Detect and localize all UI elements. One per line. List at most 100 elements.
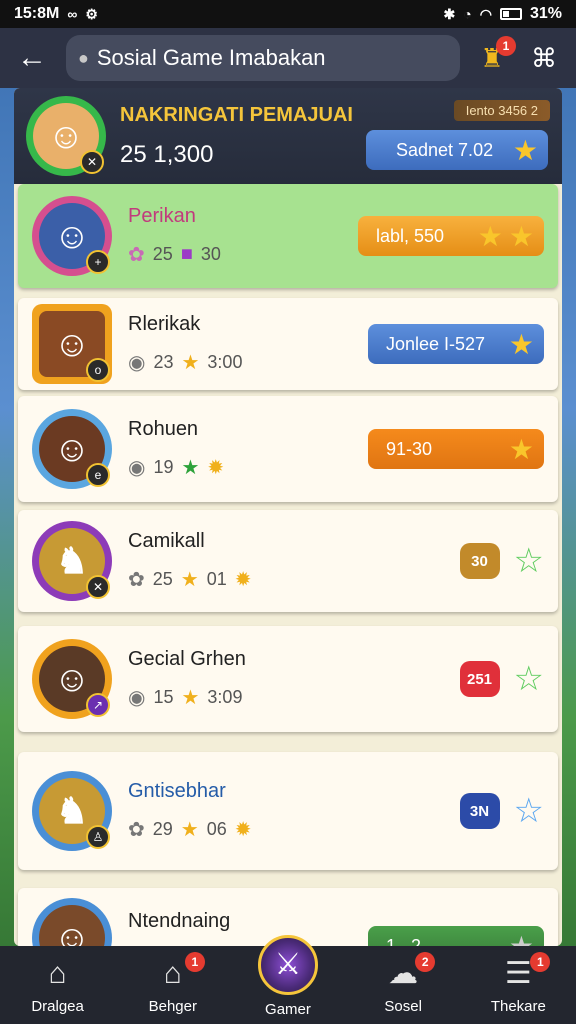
battery-level: 31% (529, 5, 562, 22)
my-tag: Iento 3456 2 (453, 100, 550, 121)
medal-badge[interactable]: 3N (459, 793, 500, 829)
tab-gamer[interactable]: ⚔ Gamer (232, 934, 344, 1018)
tab-thekare[interactable]: ☰ 1 Thekare (462, 951, 574, 1015)
rank-badge: e (86, 463, 110, 487)
list-item[interactable]: ♞ ✕ Camikall ✿ 25 ★ 01 ✹ 30 ☆ (18, 510, 558, 612)
pill-text: 91-30 (386, 438, 433, 459)
gift-icon: ✿ (128, 569, 145, 591)
player-stats: ◉ 19 ★ ✹ (128, 455, 368, 480)
status-bar: 15:8M ∞ ⚙ ✱ ◔ ◠ 31% (0, 0, 576, 28)
search-bar[interactable]: ● Sosial Game Imabakan (66, 35, 460, 81)
list-item[interactable]: ☺ + Perikan ✿ 25 ■ 30 labl, 550 ★ ★ (18, 184, 558, 288)
trophy-button[interactable]: ♜ 1 (474, 36, 516, 76)
row-info: Rohuen ◉ 19 ★ ✹ (128, 418, 368, 480)
coin-icon: ◉ (128, 687, 146, 709)
row-info: Perikan ✿ 25 ■ 30 (128, 205, 358, 267)
tab-label: Behger (148, 997, 197, 1015)
tab-home[interactable]: ⌂ Dralgea (2, 956, 114, 1015)
gift-icon: ✿ (128, 819, 145, 841)
stat-value: 23 (153, 352, 174, 372)
avatar: ♞ ✕ (32, 521, 112, 601)
stat-value: 06 (206, 819, 227, 839)
stat-value: 3:09 (207, 687, 243, 707)
row-info: Ntendnaing (128, 910, 368, 933)
home-icon: ⌂ (48, 956, 67, 990)
row-info: Gecial Grhen ◉ 15 ★ 3:09 (128, 648, 460, 710)
stat-value: 3:00 (207, 352, 243, 372)
star-outline-icon[interactable]: ☆ (514, 791, 544, 831)
tab-behger[interactable]: ⌂ 1 Behger (117, 951, 229, 1015)
bottom-tab-bar: ⌂ Dralgea ⌂ 1 Behger ⚔ Gamer ☁ 2 Sosel ☰… (0, 934, 576, 1024)
medal-badge[interactable]: 251 (459, 661, 500, 697)
coin-icon: ◉ (128, 352, 146, 374)
avatar[interactable]: ☺ ✕ (26, 96, 106, 176)
back-button[interactable]: ← (12, 41, 52, 75)
player-name: Gntisebhar (128, 780, 226, 802)
player-name: Rlerikak (128, 313, 201, 335)
player-name: Gecial Grhen (128, 648, 246, 670)
list-item[interactable]: ☺ o Rlerikak ◉ 23 ★ 3:00 Jonlee I-527 ★ (18, 298, 558, 390)
avatar: ☺ + (32, 196, 112, 276)
score-pill[interactable]: Jonlee I-527 ★ (368, 324, 544, 364)
battery-icon (499, 8, 522, 20)
tab-label: Thekare (490, 997, 546, 1015)
score-pill[interactable]: labl, 550 ★ ★ (358, 216, 544, 256)
menu-icon: ☰ (504, 957, 532, 990)
reward-group: 3N ☆ (459, 791, 544, 831)
row-info: Gntisebhar ✿ 29 ★ 06 ✹ (128, 780, 460, 842)
stat-value: 30 (200, 244, 221, 264)
player-name: Ntendnaing (128, 910, 231, 932)
gem-icon: ✹ (207, 457, 225, 479)
score-pill[interactable]: 91-30 ★ (368, 429, 544, 469)
wifi-icon: ◠ (479, 5, 492, 22)
status-left: 15:8M ∞ ⚙ (14, 5, 98, 23)
game-icon: ⚔ (257, 934, 318, 995)
top-header: ← ● Sosial Game Imabakan ♜ 1 ⌘ (0, 28, 576, 88)
my-score-pill[interactable]: Sadnet 7.02 ★ (366, 130, 548, 170)
chat-icon: ☁ (388, 957, 419, 990)
list-item[interactable]: ☺ ↗ Gecial Grhen ◉ 15 ★ 3:09 251 ☆ (18, 626, 558, 732)
gift-icon: ✿ (128, 244, 145, 266)
stat-value: 15 (153, 687, 174, 707)
bluetooth-icon: ✱ (443, 5, 456, 22)
score-pill[interactable]: 1 . 2 ★ (368, 926, 544, 946)
list-item[interactable]: ☺ e Rohuen ◉ 19 ★ ✹ 91-30 ★ (18, 396, 558, 502)
avatar: ☺ e (32, 409, 112, 489)
stat-value: 25 (152, 569, 173, 589)
star-icon: ★ (508, 328, 534, 360)
player-stats: ✿ 25 ★ 01 ✹ (128, 567, 460, 592)
star-icon: ★ (181, 687, 200, 709)
star-outline-icon[interactable]: ☆ (514, 659, 544, 699)
leaderboard-panel: ☺ ✕ NAKRINGATI PEMAJUAI 25 1,300 Iento 3… (14, 88, 562, 946)
pill-text: 1 . 2 (386, 935, 422, 947)
search-icon: ● (78, 47, 89, 68)
avatar: ♞ ♙ (32, 771, 112, 851)
status-right: ✱ ◔ ◠ 31% (444, 5, 562, 23)
coin-icon: ◉ (128, 457, 146, 479)
rank-badge: ✕ (86, 575, 110, 599)
tab-sosel[interactable]: ☁ 2 Sosel (347, 951, 459, 1015)
row-info: Rlerikak ◉ 23 ★ 3:00 (128, 313, 368, 375)
box-icon: ■ (180, 243, 193, 265)
rank-badge: ↗ (86, 693, 110, 717)
rank-badge: ✕ (80, 150, 104, 174)
gear-icon: ⚙ (85, 5, 98, 22)
arrow-left-icon: ← (17, 41, 47, 74)
star-outline-icon[interactable]: ☆ (514, 541, 544, 581)
medal-badge[interactable]: 30 (459, 543, 500, 579)
player-stats: ✿ 29 ★ 06 ✹ (128, 817, 460, 842)
search-text: Sosial Game Imabakan (96, 45, 326, 70)
list-item[interactable]: ♞ ♙ Gntisebhar ✿ 29 ★ 06 ✹ 3N ☆ (18, 752, 558, 870)
gem-icon: ✹ (234, 819, 252, 841)
link-icon: ∞ (67, 6, 78, 22)
expand-button[interactable]: ⌘ (524, 43, 564, 74)
row-info: Camikall ✿ 25 ★ 01 ✹ (128, 530, 460, 592)
star-icon: ★ (477, 220, 503, 252)
star-icon: ★ (180, 819, 199, 841)
stat-value: 01 (206, 569, 227, 589)
stat-value: 25 (152, 244, 173, 264)
star-icon: ★ (508, 433, 534, 465)
clock: 15:8M (14, 5, 60, 22)
my-rank-card: ☺ ✕ NAKRINGATI PEMAJUAI 25 1,300 Iento 3… (14, 88, 562, 184)
reward-group: 30 ☆ (459, 541, 544, 581)
